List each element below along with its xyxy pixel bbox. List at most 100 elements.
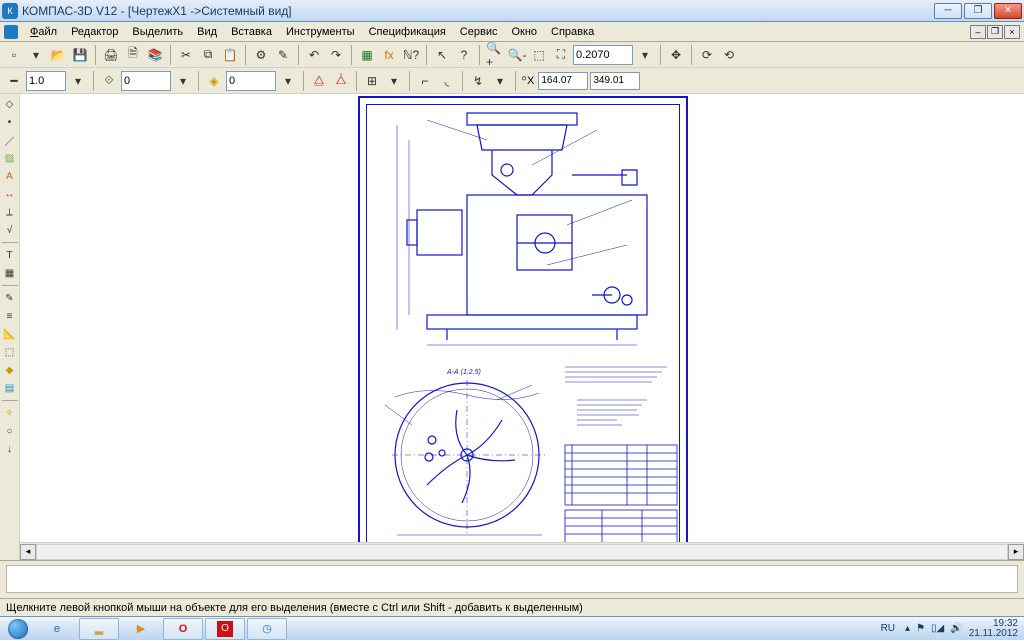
redo-button[interactable]: ↷ xyxy=(326,45,346,65)
save-button[interactable]: 💾 xyxy=(70,45,90,65)
menu-window[interactable]: Окно xyxy=(505,24,543,40)
rough-icon[interactable]: √ xyxy=(2,222,18,238)
menu-view[interactable]: Вид xyxy=(191,24,223,40)
grid-button[interactable]: ⊞ xyxy=(362,71,382,91)
zoom-out-button[interactable]: 🔍- xyxy=(507,45,527,65)
property-panel-content[interactable] xyxy=(6,565,1018,593)
tray-clock[interactable]: 19:32 21.11.2012 xyxy=(969,619,1018,639)
help-button[interactable]: ? xyxy=(454,45,474,65)
point-icon[interactable]: • xyxy=(2,114,18,130)
redraw-button[interactable]: ⟲ xyxy=(719,45,739,65)
scroll-left-button[interactable]: ◂ xyxy=(20,544,36,560)
taskbar-explorer-icon[interactable]: ▂ xyxy=(79,618,119,640)
horizontal-scrollbar[interactable]: ◂ ▸ xyxy=(20,542,1024,560)
tray-volume-icon[interactable]: 🔊 xyxy=(950,623,962,634)
aux-circle-icon[interactable]: ○ xyxy=(2,423,18,439)
taskbar-kompas-icon[interactable]: ◷ xyxy=(247,618,287,640)
cut-button[interactable]: ✂ xyxy=(176,45,196,65)
tray-up-icon[interactable]: ▴ xyxy=(905,623,910,634)
dimension-icon[interactable]: ↔ xyxy=(2,186,18,202)
step-combo[interactable] xyxy=(121,71,171,91)
menu-insert[interactable]: Вставка xyxy=(225,24,278,40)
new-button[interactable]: ▫ xyxy=(4,45,24,65)
start-button[interactable] xyxy=(0,617,36,641)
step-icon[interactable]: ⟐ xyxy=(99,71,119,91)
reports-icon[interactable]: ▤ xyxy=(2,380,18,396)
taskbar-ie-icon[interactable]: e xyxy=(37,618,77,640)
preview-button[interactable]: 🗎 xyxy=(123,45,143,65)
aux-line-icon[interactable]: ✧ xyxy=(2,405,18,421)
paste-button[interactable]: 📋 xyxy=(220,45,240,65)
zoom-in-button[interactable]: 🔍+ xyxy=(485,45,505,65)
coord-y-field[interactable]: 349.01 xyxy=(590,72,640,90)
language-indicator[interactable]: RU xyxy=(877,621,899,636)
param-icon[interactable]: ≡ xyxy=(2,308,18,324)
drawing-canvas[interactable]: А-А (1:2.5) xyxy=(20,94,1024,542)
spec-tab-icon[interactable]: ◆ xyxy=(2,362,18,378)
scroll-track[interactable] xyxy=(36,544,1008,560)
scroll-right-button[interactable]: ▸ xyxy=(1008,544,1024,560)
grid-dropdown-icon[interactable]: ▾ xyxy=(384,71,404,91)
menu-service[interactable]: Сервис xyxy=(454,24,504,40)
coord-x-field[interactable]: 164.07 xyxy=(538,72,588,90)
refresh-button[interactable]: ⟳ xyxy=(697,45,717,65)
line-icon[interactable]: ／ xyxy=(2,132,18,148)
menu-spec[interactable]: Спецификация xyxy=(363,24,452,40)
scale-dropdown-icon[interactable]: ▾ xyxy=(68,71,88,91)
round-button[interactable]: ◟ xyxy=(437,71,457,91)
menu-help[interactable]: Справка xyxy=(545,24,600,40)
taskbar-app2-icon[interactable]: О xyxy=(205,618,245,640)
zoom-fit-button[interactable]: ⛶ xyxy=(551,45,571,65)
manager-button[interactable]: ▦ xyxy=(357,45,377,65)
hatch-icon[interactable]: ▨ xyxy=(2,150,18,166)
taskbar-wmp-icon[interactable]: ▶ xyxy=(121,618,161,640)
layer-icon[interactable]: ◈ xyxy=(204,71,224,91)
tray-network-icon[interactable]: ▯◢ xyxy=(931,623,944,634)
variables-button[interactable]: fx xyxy=(379,45,399,65)
copy-button[interactable]: ⧉ xyxy=(198,45,218,65)
close-button[interactable]: ✕ xyxy=(994,3,1022,19)
print-button[interactable]: 🖨 xyxy=(101,45,121,65)
geometry-tab-icon[interactable]: ◇ xyxy=(2,96,18,112)
mdi-close-button[interactable]: × xyxy=(1004,25,1020,39)
edit-icon[interactable]: ✎ xyxy=(2,290,18,306)
pan-button[interactable]: ✥ xyxy=(666,45,686,65)
menu-file[interactable]: Файл xyxy=(24,24,63,40)
scale-combo[interactable] xyxy=(26,71,66,91)
text-edit-icon[interactable]: A xyxy=(2,168,18,184)
tray-flag-icon[interactable]: ⚑ xyxy=(916,623,925,634)
text-tool-icon[interactable]: T xyxy=(2,247,18,263)
menu-select[interactable]: Выделить xyxy=(126,24,189,40)
cursor-button[interactable]: ↖ xyxy=(432,45,452,65)
snap-toggle-button[interactable]: ⧋ xyxy=(309,71,329,91)
zoom-combo[interactable] xyxy=(573,45,633,65)
local-cs-dropdown-icon[interactable]: ▾ xyxy=(490,71,510,91)
new-dropdown-icon[interactable]: ▾ xyxy=(26,45,46,65)
whatsthis-button[interactable]: ℕ? xyxy=(401,45,421,65)
copy-props-button[interactable]: ✎ xyxy=(273,45,293,65)
zoom-window-button[interactable]: ⬚ xyxy=(529,45,549,65)
minimize-button[interactable]: ─ xyxy=(934,3,962,19)
linestyle-icon[interactable]: ━ xyxy=(4,71,24,91)
ortho-button[interactable]: ⌐ xyxy=(415,71,435,91)
snap-settings-button[interactable]: ⧊ xyxy=(331,71,351,91)
table-icon[interactable]: ▦ xyxy=(2,265,18,281)
library-button[interactable]: 📚 xyxy=(145,45,165,65)
layer-combo[interactable] xyxy=(226,71,276,91)
step-dropdown-icon[interactable]: ▾ xyxy=(173,71,193,91)
measure-icon[interactable]: 📐 xyxy=(2,326,18,342)
menu-editor[interactable]: Редактор xyxy=(65,24,124,40)
menu-tools[interactable]: Инструменты xyxy=(280,24,361,40)
select-tab-icon[interactable]: ⬚ xyxy=(2,344,18,360)
local-cs-button[interactable]: ↯ xyxy=(468,71,488,91)
undo-button[interactable]: ↶ xyxy=(304,45,324,65)
maximize-button[interactable]: ❐ xyxy=(964,3,992,19)
designation-icon[interactable]: ⟂ xyxy=(2,204,18,220)
properties-button[interactable]: ⚙ xyxy=(251,45,271,65)
mdi-minimize-button[interactable]: – xyxy=(970,25,986,39)
open-button[interactable]: 📂 xyxy=(48,45,68,65)
mdi-restore-button[interactable]: ❐ xyxy=(987,25,1003,39)
move-down-icon[interactable]: ↓ xyxy=(2,441,18,457)
layer-dropdown-icon[interactable]: ▾ xyxy=(278,71,298,91)
zoom-dropdown-icon[interactable]: ▾ xyxy=(635,45,655,65)
